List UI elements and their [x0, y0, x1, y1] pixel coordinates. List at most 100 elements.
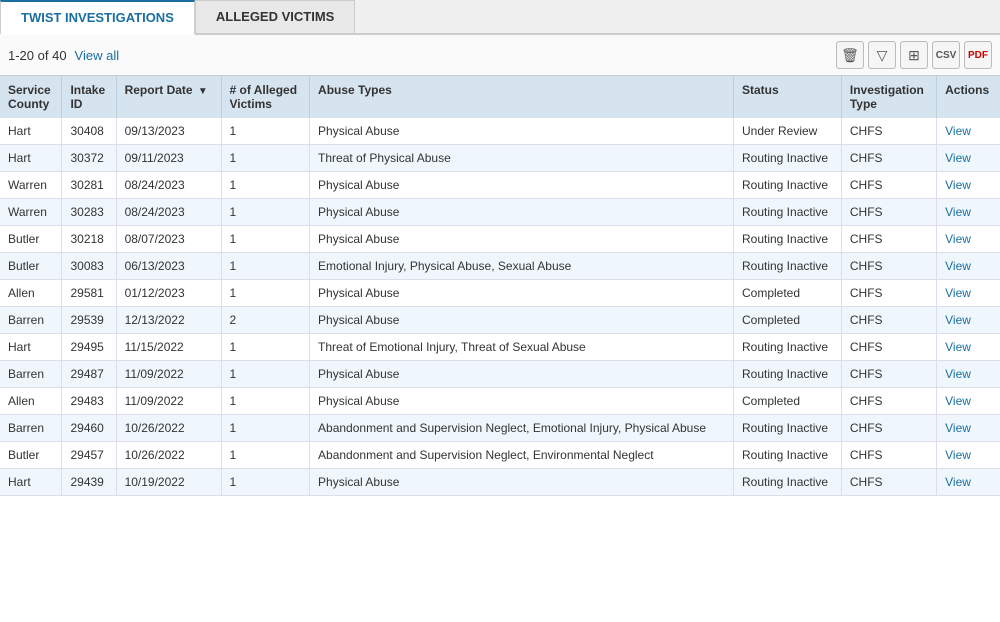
cell-report-date: 12/13/2022 — [116, 307, 221, 334]
cell-status: Routing Inactive — [733, 469, 841, 496]
cell-service-county: Allen — [0, 388, 62, 415]
col-alleged-victims: # of AllegedVictims — [221, 76, 310, 118]
cell-actions[interactable]: View — [937, 307, 1000, 334]
cell-report-date: 11/15/2022 — [116, 334, 221, 361]
cell-status: Routing Inactive — [733, 199, 841, 226]
cell-actions[interactable]: View — [937, 361, 1000, 388]
cell-status: Routing Inactive — [733, 361, 841, 388]
view-link[interactable]: View — [945, 124, 971, 138]
cell-abuse-types: Physical Abuse — [310, 199, 734, 226]
cell-service-county: Allen — [0, 280, 62, 307]
paging-section: 1-20 of 40 View all — [8, 48, 119, 63]
table-row: Hart2943910/19/20221Physical AbuseRoutin… — [0, 469, 1000, 496]
tab-bar: TWIST INVESTIGATIONS ALLEGED VICTIMS — [0, 0, 1000, 35]
cell-actions[interactable]: View — [937, 442, 1000, 469]
cell-service-county: Barren — [0, 415, 62, 442]
cell-intake-id: 30218 — [62, 226, 116, 253]
view-link[interactable]: View — [945, 205, 971, 219]
view-all-link[interactable]: View all — [75, 48, 120, 63]
cell-investigation-type: CHFS — [841, 415, 936, 442]
cell-actions[interactable]: View — [937, 145, 1000, 172]
cell-report-date: 01/12/2023 — [116, 280, 221, 307]
tab-alleged-victims[interactable]: ALLEGED VICTIMS — [195, 0, 355, 33]
cell-alleged-victims: 1 — [221, 469, 310, 496]
cell-service-county: Warren — [0, 172, 62, 199]
tab-twist-investigations[interactable]: TWIST INVESTIGATIONS — [0, 0, 195, 35]
view-link[interactable]: View — [945, 151, 971, 165]
cell-service-county: Butler — [0, 442, 62, 469]
cell-abuse-types: Physical Abuse — [310, 469, 734, 496]
col-abuse-types: Abuse Types — [310, 76, 734, 118]
col-actions: Actions — [937, 76, 1000, 118]
cell-actions[interactable]: View — [937, 469, 1000, 496]
cell-actions[interactable]: View — [937, 199, 1000, 226]
cell-actions[interactable]: View — [937, 118, 1000, 145]
csv-button[interactable]: CSV — [932, 41, 960, 69]
view-link[interactable]: View — [945, 448, 971, 462]
cell-investigation-type: CHFS — [841, 334, 936, 361]
cell-actions[interactable]: View — [937, 172, 1000, 199]
cell-status: Under Review — [733, 118, 841, 145]
cell-actions[interactable]: View — [937, 253, 1000, 280]
table-row: Hart3037209/11/20231Threat of Physical A… — [0, 145, 1000, 172]
cell-alleged-victims: 1 — [221, 361, 310, 388]
view-link[interactable]: View — [945, 313, 971, 327]
cell-abuse-types: Physical Abuse — [310, 361, 734, 388]
cell-actions[interactable]: View — [937, 226, 1000, 253]
cell-investigation-type: CHFS — [841, 280, 936, 307]
cell-alleged-victims: 1 — [221, 334, 310, 361]
table-row: Butler3021808/07/20231Physical AbuseRout… — [0, 226, 1000, 253]
table-row: Barren2953912/13/20222Physical AbuseComp… — [0, 307, 1000, 334]
sort-arrow: ▼ — [198, 86, 208, 97]
investigations-table: ServiceCounty IntakeID Report Date ▼ # o… — [0, 76, 1000, 496]
view-link[interactable]: View — [945, 340, 971, 354]
table-row: Barren2948711/09/20221Physical AbuseRout… — [0, 361, 1000, 388]
view-link[interactable]: View — [945, 394, 971, 408]
cell-abuse-types: Threat of Emotional Injury, Threat of Se… — [310, 334, 734, 361]
cell-actions[interactable]: View — [937, 334, 1000, 361]
cell-investigation-type: CHFS — [841, 469, 936, 496]
toolbar-actions: 🗑 ▽ ⊞ CSV PDF — [836, 41, 992, 69]
view-link[interactable]: View — [945, 421, 971, 435]
cell-status: Routing Inactive — [733, 253, 841, 280]
cell-status: Routing Inactive — [733, 172, 841, 199]
filter-button[interactable]: ▽ — [868, 41, 896, 69]
view-link[interactable]: View — [945, 259, 971, 273]
cell-intake-id: 29483 — [62, 388, 116, 415]
cell-actions[interactable]: View — [937, 280, 1000, 307]
view-link[interactable]: View — [945, 367, 971, 381]
cell-report-date: 08/24/2023 — [116, 172, 221, 199]
table-row: Warren3028308/24/20231Physical AbuseRout… — [0, 199, 1000, 226]
cell-abuse-types: Abandonment and Supervision Neglect, Env… — [310, 442, 734, 469]
view-link[interactable]: View — [945, 286, 971, 300]
view-link[interactable]: View — [945, 475, 971, 489]
table-row: Hart3040809/13/20231Physical AbuseUnder … — [0, 118, 1000, 145]
table-row: Allen2958101/12/20231Physical AbuseCompl… — [0, 280, 1000, 307]
cell-status: Routing Inactive — [733, 334, 841, 361]
delete-button[interactable]: 🗑 — [836, 41, 864, 69]
cell-intake-id: 29457 — [62, 442, 116, 469]
view-link[interactable]: View — [945, 178, 971, 192]
cell-actions[interactable]: View — [937, 388, 1000, 415]
view-link[interactable]: View — [945, 232, 971, 246]
col-report-date[interactable]: Report Date ▼ — [116, 76, 221, 118]
cell-report-date: 10/26/2022 — [116, 415, 221, 442]
table-row: Warren3028108/24/20231Physical AbuseRout… — [0, 172, 1000, 199]
cell-alleged-victims: 2 — [221, 307, 310, 334]
cell-investigation-type: CHFS — [841, 253, 936, 280]
cell-report-date: 06/13/2023 — [116, 253, 221, 280]
pdf-button[interactable]: PDF — [964, 41, 992, 69]
cell-abuse-types: Abandonment and Supervision Neglect, Emo… — [310, 415, 734, 442]
cell-status: Routing Inactive — [733, 415, 841, 442]
cell-investigation-type: CHFS — [841, 199, 936, 226]
cell-actions[interactable]: View — [937, 415, 1000, 442]
col-intake-id: IntakeID — [62, 76, 116, 118]
columns-button[interactable]: ⊞ — [900, 41, 928, 69]
cell-abuse-types: Emotional Injury, Physical Abuse, Sexual… — [310, 253, 734, 280]
cell-status: Routing Inactive — [733, 442, 841, 469]
cell-alleged-victims: 1 — [221, 118, 310, 145]
table-row: Hart2949511/15/20221Threat of Emotional … — [0, 334, 1000, 361]
cell-abuse-types: Physical Abuse — [310, 172, 734, 199]
cell-report-date: 09/11/2023 — [116, 145, 221, 172]
cell-status: Routing Inactive — [733, 145, 841, 172]
